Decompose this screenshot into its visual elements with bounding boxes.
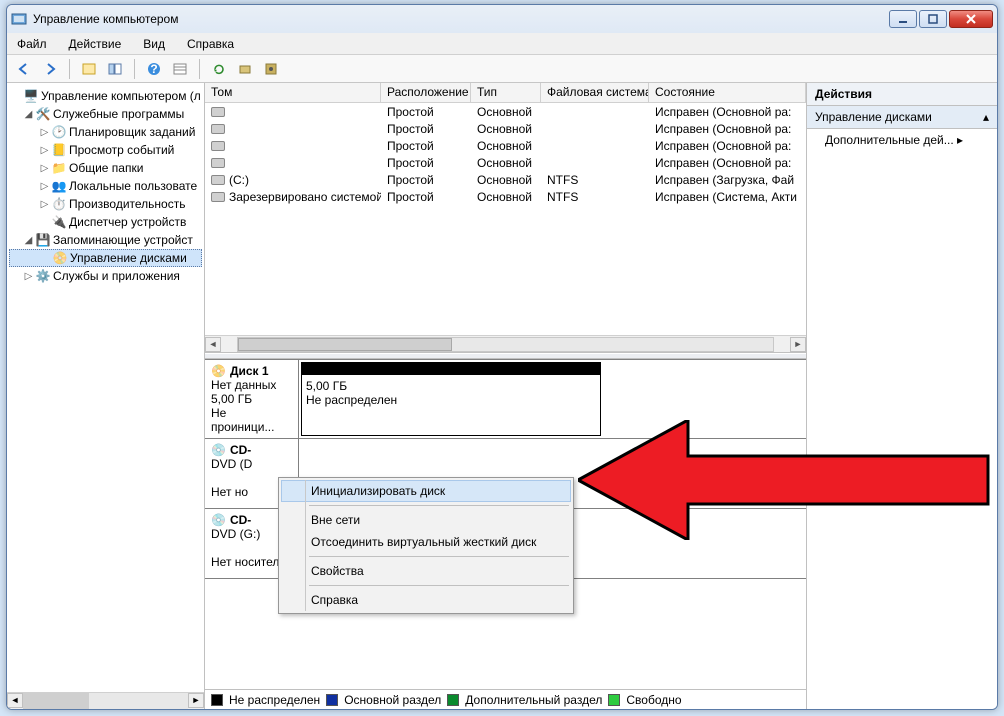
legend-primary-swatch	[326, 694, 338, 706]
volume-row[interactable]: ПростойОсновнойИсправен (Основной ра:	[205, 137, 806, 154]
actions-more[interactable]: Дополнительные дей... ▸	[807, 129, 997, 151]
forward-button[interactable]	[39, 58, 61, 80]
volume-row[interactable]: ПростойОсновнойИсправен (Основной ра:	[205, 103, 806, 120]
tree-local-users[interactable]: ▷👥Локальные пользовате	[9, 177, 202, 195]
tools-icon: 🛠️	[35, 106, 51, 122]
volume-horizontal-scrollbar[interactable]: ◄►	[205, 335, 806, 352]
legend-extended-swatch	[447, 694, 459, 706]
main-panel: Том Расположение Тип Файловая система Со…	[205, 83, 807, 709]
volume-row[interactable]: Зарезервировано системойПростойОсновнойN…	[205, 188, 806, 205]
show-hide-tree-button[interactable]	[78, 58, 100, 80]
ctx-detach-vhd[interactable]: Отсоединить виртуальный жесткий диск	[281, 531, 571, 553]
rescan-button[interactable]	[234, 58, 256, 80]
content-area: 🖥️Управление компьютером (л ◢🛠️Служебные…	[7, 83, 997, 709]
menu-file[interactable]: Файл	[13, 35, 51, 53]
cdrom-icon: 💿	[211, 513, 226, 527]
volume-rows[interactable]: ПростойОсновнойИсправен (Основной ра:Про…	[205, 103, 806, 335]
ctx-properties[interactable]: Свойства	[281, 560, 571, 582]
show-hide-action-button[interactable]	[104, 58, 126, 80]
device-icon: 🔌	[51, 214, 67, 230]
col-type[interactable]: Тип	[471, 83, 541, 102]
actions-subheader[interactable]: Управление дисками ▴	[807, 106, 997, 129]
volume-list: Том Расположение Тип Файловая система Со…	[205, 83, 806, 353]
tree-event-viewer[interactable]: ▷📒Просмотр событий	[9, 141, 202, 159]
legend-unallocated-swatch	[211, 694, 223, 706]
svg-text:?: ?	[150, 62, 157, 76]
actions-header: Действия	[807, 83, 997, 106]
tree-task-scheduler[interactable]: ▷🕑Планировщик заданий	[9, 123, 202, 141]
help-button[interactable]: ?	[143, 58, 165, 80]
tree-services[interactable]: ▷⚙️Службы и приложения	[9, 267, 202, 285]
close-button[interactable]	[949, 10, 993, 28]
toolbar: ?	[7, 55, 997, 83]
view-list-button[interactable]	[169, 58, 191, 80]
services-icon: ⚙️	[35, 268, 51, 284]
menu-action[interactable]: Действие	[65, 35, 126, 53]
perf-icon: ⏱️	[51, 196, 67, 212]
legend-free-swatch	[608, 694, 620, 706]
tree-disk-management[interactable]: 📀Управление дисками	[9, 249, 202, 267]
col-fs[interactable]: Файловая система	[541, 83, 649, 102]
window-title: Управление компьютером	[33, 12, 889, 26]
settings-button[interactable]	[260, 58, 282, 80]
refresh-button[interactable]	[208, 58, 230, 80]
volume-row[interactable]: ПростойОсновнойИсправен (Основной ра:	[205, 154, 806, 171]
volume-list-header[interactable]: Том Расположение Тип Файловая система Со…	[205, 83, 806, 103]
context-menu[interactable]: Инициализировать диск Вне сети Отсоедини…	[278, 477, 574, 614]
legend-free-label: Свободно	[626, 693, 681, 707]
tree-shared-folders[interactable]: ▷📁Общие папки	[9, 159, 202, 177]
disk-row-disk1[interactable]: 📀Диск 1 Нет данных 5,00 ГБ Не проиници..…	[205, 359, 806, 439]
navigation-tree[interactable]: 🖥️Управление компьютером (л ◢🛠️Служебные…	[7, 83, 204, 692]
minimize-button[interactable]	[889, 10, 917, 28]
back-button[interactable]	[13, 58, 35, 80]
tree-storage[interactable]: ◢💾Запоминающие устройст	[9, 231, 202, 249]
menu-view[interactable]: Вид	[139, 35, 169, 53]
ctx-offline[interactable]: Вне сети	[281, 509, 571, 531]
ctx-help[interactable]: Справка	[281, 589, 571, 611]
tree-system-tools[interactable]: ◢🛠️Служебные программы	[9, 105, 202, 123]
disk1-label[interactable]: 📀Диск 1 Нет данных 5,00 ГБ Не проиници..…	[205, 360, 299, 438]
event-icon: 📒	[51, 142, 67, 158]
tree-root[interactable]: 🖥️Управление компьютером (л	[9, 87, 202, 105]
menubar: Файл Действие Вид Справка	[7, 33, 997, 55]
users-icon: 👥	[51, 178, 67, 194]
col-layout[interactable]: Расположение	[381, 83, 471, 102]
legend-primary-label: Основной раздел	[344, 693, 441, 707]
storage-icon: 💾	[35, 232, 51, 248]
ctx-initialize-disk[interactable]: Инициализировать диск	[281, 480, 571, 502]
actions-panel: Действия Управление дисками ▴ Дополнител…	[807, 83, 997, 709]
clock-icon: 🕑	[51, 124, 67, 140]
app-icon	[11, 11, 27, 27]
folder-icon: 📁	[51, 160, 67, 176]
volume-row[interactable]: ПростойОсновнойИсправен (Основной ра:	[205, 120, 806, 137]
col-status[interactable]: Состояние	[649, 83, 806, 102]
titlebar[interactable]: Управление компьютером	[7, 5, 997, 33]
tree-horizontal-scrollbar[interactable]: ◄►	[7, 692, 204, 709]
col-volume[interactable]: Том	[205, 83, 381, 102]
legend-extended-label: Дополнительный раздел	[465, 693, 602, 707]
maximize-button[interactable]	[919, 10, 947, 28]
disk-icon: 📀	[211, 364, 226, 378]
disk-icon: 📀	[52, 250, 68, 266]
disk-legend: Не распределен Основной раздел Дополните…	[205, 689, 806, 709]
computer-icon: 🖥️	[23, 88, 39, 104]
tree-performance[interactable]: ▷⏱️Производительность	[9, 195, 202, 213]
volume-row[interactable]: (C:)ПростойОсновнойNTFSИсправен (Загрузк…	[205, 171, 806, 188]
collapse-icon[interactable]: ▴	[983, 110, 989, 124]
menu-help[interactable]: Справка	[183, 35, 238, 53]
navigation-tree-panel: 🖥️Управление компьютером (л ◢🛠️Служебные…	[7, 83, 205, 709]
disk1-unallocated-partition[interactable]: 5,00 ГБ Не распределен	[301, 362, 601, 436]
legend-unallocated-label: Не распределен	[229, 693, 320, 707]
cdrom-icon: 💿	[211, 443, 226, 457]
tree-device-manager[interactable]: 🔌Диспетчер устройств	[9, 213, 202, 231]
